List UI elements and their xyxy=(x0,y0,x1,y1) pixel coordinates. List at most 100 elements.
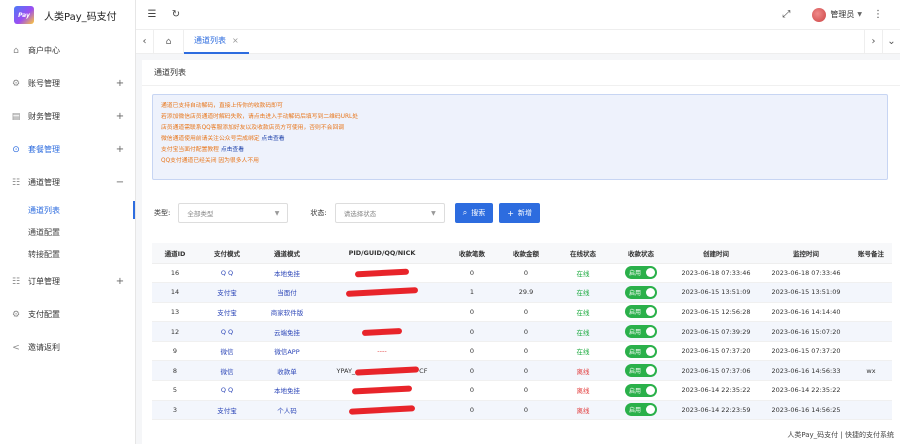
enable-toggle[interactable]: 启用 xyxy=(625,305,657,319)
fullscreen-icon[interactable]: ⤢ xyxy=(778,7,794,23)
column-header: 支付模式 xyxy=(198,243,256,264)
notice-link[interactable]: 点击查看 xyxy=(221,147,244,153)
cell-channel-mode: 云端免挂 xyxy=(256,321,318,342)
sidebar-item-account[interactable]: ⚙ 账号管理 + xyxy=(0,67,135,100)
enable-toggle[interactable]: 启用 xyxy=(625,383,657,397)
cell-online: 在线 xyxy=(554,321,612,342)
sidebar-item-label: 财务管理 xyxy=(28,112,60,121)
cell-note xyxy=(850,400,892,421)
notice-line: 微信通道使用前请关注公众号完成绑定 点击查看 xyxy=(161,136,285,142)
cell-amount: 0 xyxy=(498,321,554,342)
add-button[interactable]: + 新增 xyxy=(499,203,540,223)
cell-note xyxy=(850,302,892,323)
cell-id: 8 xyxy=(152,360,198,382)
more-icon[interactable]: ⋮ xyxy=(870,7,886,23)
table-row[interactable]: 8 微信 收款单 YPAY_ CF 0 0 离线 启用 2023-06-15 07… xyxy=(152,360,892,382)
cell-created: 2023-06-14 22:35:22 xyxy=(670,380,762,401)
tab-channel-list[interactable]: 通道列表 × xyxy=(184,30,249,54)
cell-amount: 0 xyxy=(498,263,554,284)
sidebar-item-payment-config[interactable]: ⚙ 支付配置 xyxy=(0,298,135,331)
sidebar-item-label: 通道管理 xyxy=(28,178,60,187)
tab-label: 通道列表 xyxy=(194,36,226,45)
enable-toggle[interactable]: 启用 xyxy=(625,266,657,280)
cell-pid: ---- xyxy=(318,341,446,362)
chevron-down-icon[interactable]: ▼ xyxy=(857,11,862,18)
cell-created: 2023-06-14 22:23:59 xyxy=(670,400,762,421)
cell-amount: 0 xyxy=(498,341,554,362)
redaction-mark xyxy=(348,405,416,415)
list-icon: ☷ xyxy=(11,177,21,188)
user-name[interactable]: 管理员 xyxy=(830,9,854,20)
sidebar-item-channel-config[interactable]: 通道配置 xyxy=(0,221,135,243)
cell-monitor: 2023-06-16 15:07:20 xyxy=(762,321,850,342)
table-row[interactable]: 9 微信 微信APP ---- 0 0 在线 启用 2023-06-15 07:… xyxy=(152,341,892,362)
cell-monitor: 2023-06-15 07:37:20 xyxy=(762,341,850,362)
notice-link[interactable]: 点击查看 xyxy=(261,136,284,142)
cell-pay-mode: 支付宝 xyxy=(198,282,256,303)
table-row[interactable]: 13 支付宝 商家软件版 0 0 在线 启用 2023-06-15 12:56:… xyxy=(152,302,892,323)
sidebar-item-package[interactable]: ⊙ 套餐管理 + xyxy=(0,133,135,166)
cell-id: 3 xyxy=(152,400,198,421)
sidebar-item-channel-list[interactable]: 通道列表 xyxy=(0,199,135,221)
chevron-right-icon[interactable]: › xyxy=(864,29,882,54)
enable-toggle[interactable]: 启用 xyxy=(625,344,657,358)
sidebar-item-finance[interactable]: ▤ 财务管理 + xyxy=(0,100,135,133)
home-tab-icon[interactable]: ⌂ xyxy=(154,29,184,54)
column-header: 通道ID xyxy=(152,243,198,264)
table-row[interactable]: 14 支付宝 当面付 1 29.9 在线 启用 2023-06-15 13:51… xyxy=(152,282,892,303)
refresh-icon[interactable]: ↻ xyxy=(168,7,184,23)
expand-toggle: + xyxy=(115,276,125,287)
redaction-mark xyxy=(354,268,410,278)
table-row[interactable]: 5 Q Q 本地免挂 0 0 离线 启用 2023-06-14 22:35:22… xyxy=(152,380,892,401)
notice-line: 支付宝当面付配置教程 点击查看 xyxy=(161,147,245,153)
menu-collapse-icon[interactable]: ☰ xyxy=(144,7,160,23)
app-logo[interactable]: Pay 人类Pay_码支付 xyxy=(0,0,135,30)
channel-submenu: 通道列表 通道配置 转接配置 xyxy=(0,199,135,265)
status-label: 状态: xyxy=(310,209,327,217)
cell-count: 0 xyxy=(446,400,498,421)
cell-count: 0 xyxy=(446,360,498,382)
cell-online: 在线 xyxy=(554,341,612,362)
table-row[interactable]: 12 Q Q 云端免挂 0 0 在线 启用 2023-06-15 07:39:2… xyxy=(152,321,892,342)
chevron-down-icon[interactable]: ⌄ xyxy=(882,29,900,54)
sidebar-item-merchant-center[interactable]: ⌂ 商户中心 xyxy=(0,34,135,67)
collapse-toggle: − xyxy=(115,177,125,188)
filter-bar: 类型: 全部类型 ▼ 状态: 请选择状态 ▼ ⌕ 搜索 + 新增 xyxy=(154,203,540,223)
enable-toggle[interactable]: 启用 xyxy=(625,285,657,299)
sidebar-item-label: 支付配置 xyxy=(28,310,60,319)
list-icon: ☷ xyxy=(11,276,21,287)
sidebar-item-orders[interactable]: ☷ 订单管理 + xyxy=(0,265,135,298)
cell-switch: 启用 xyxy=(612,380,670,401)
search-button[interactable]: ⌕ 搜索 xyxy=(454,203,494,223)
enable-toggle[interactable]: 启用 xyxy=(625,364,657,378)
table-row[interactable]: 16 Q Q 本地免挂 0 0 在线 启用 2023-06-18 07:33:4… xyxy=(152,263,892,284)
cell-pay-mode: Q Q xyxy=(198,321,256,342)
cell-amount: 0 xyxy=(498,360,554,382)
chevron-left-icon[interactable]: ‹ xyxy=(136,29,154,54)
notice-box: 通道已支持自动解码，直接上传你的收款码即可 若添加微信店员通道时解码失败，请点击… xyxy=(152,94,888,180)
sidebar-item-channel[interactable]: ☷ 通道管理 − xyxy=(0,166,135,199)
status-select[interactable]: 请选择状态 ▼ xyxy=(334,203,445,223)
pid-suffix: CF xyxy=(419,366,428,375)
sidebar-item-referral[interactable]: < 邀请返利 xyxy=(0,331,135,364)
expand-toggle: + xyxy=(115,78,125,89)
cell-pay-mode: Q Q xyxy=(198,263,256,284)
redaction-mark xyxy=(355,366,420,376)
chevron-down-icon: ▼ xyxy=(431,210,436,217)
cell-switch: 启用 xyxy=(612,400,670,421)
sidebar-item-transfer-config[interactable]: 转接配置 xyxy=(0,243,135,265)
tab-bar: ‹ ⌂ 通道列表 × › ⌄ xyxy=(136,29,900,54)
close-icon[interactable]: × xyxy=(232,36,239,45)
table-row[interactable]: 3 支付宝 个人码 0 0 离线 启用 2023-06-14 22:23:59 … xyxy=(152,400,892,421)
cell-pid xyxy=(318,263,446,284)
cell-count: 0 xyxy=(446,341,498,362)
enable-toggle[interactable]: 启用 xyxy=(625,325,657,339)
cell-created: 2023-06-15 07:39:29 xyxy=(670,321,762,342)
avatar[interactable] xyxy=(812,7,827,22)
enable-toggle[interactable]: 启用 xyxy=(625,403,657,417)
top-header: ☰ ↻ ⤢ 管理员 ▼ ⋮ xyxy=(136,0,900,30)
plus-icon: + xyxy=(507,208,514,218)
redaction-mark xyxy=(361,327,403,336)
type-select[interactable]: 全部类型 ▼ xyxy=(178,203,289,223)
notice-line: 通道已支持自动解码，直接上传你的收款码即可 xyxy=(161,103,283,109)
